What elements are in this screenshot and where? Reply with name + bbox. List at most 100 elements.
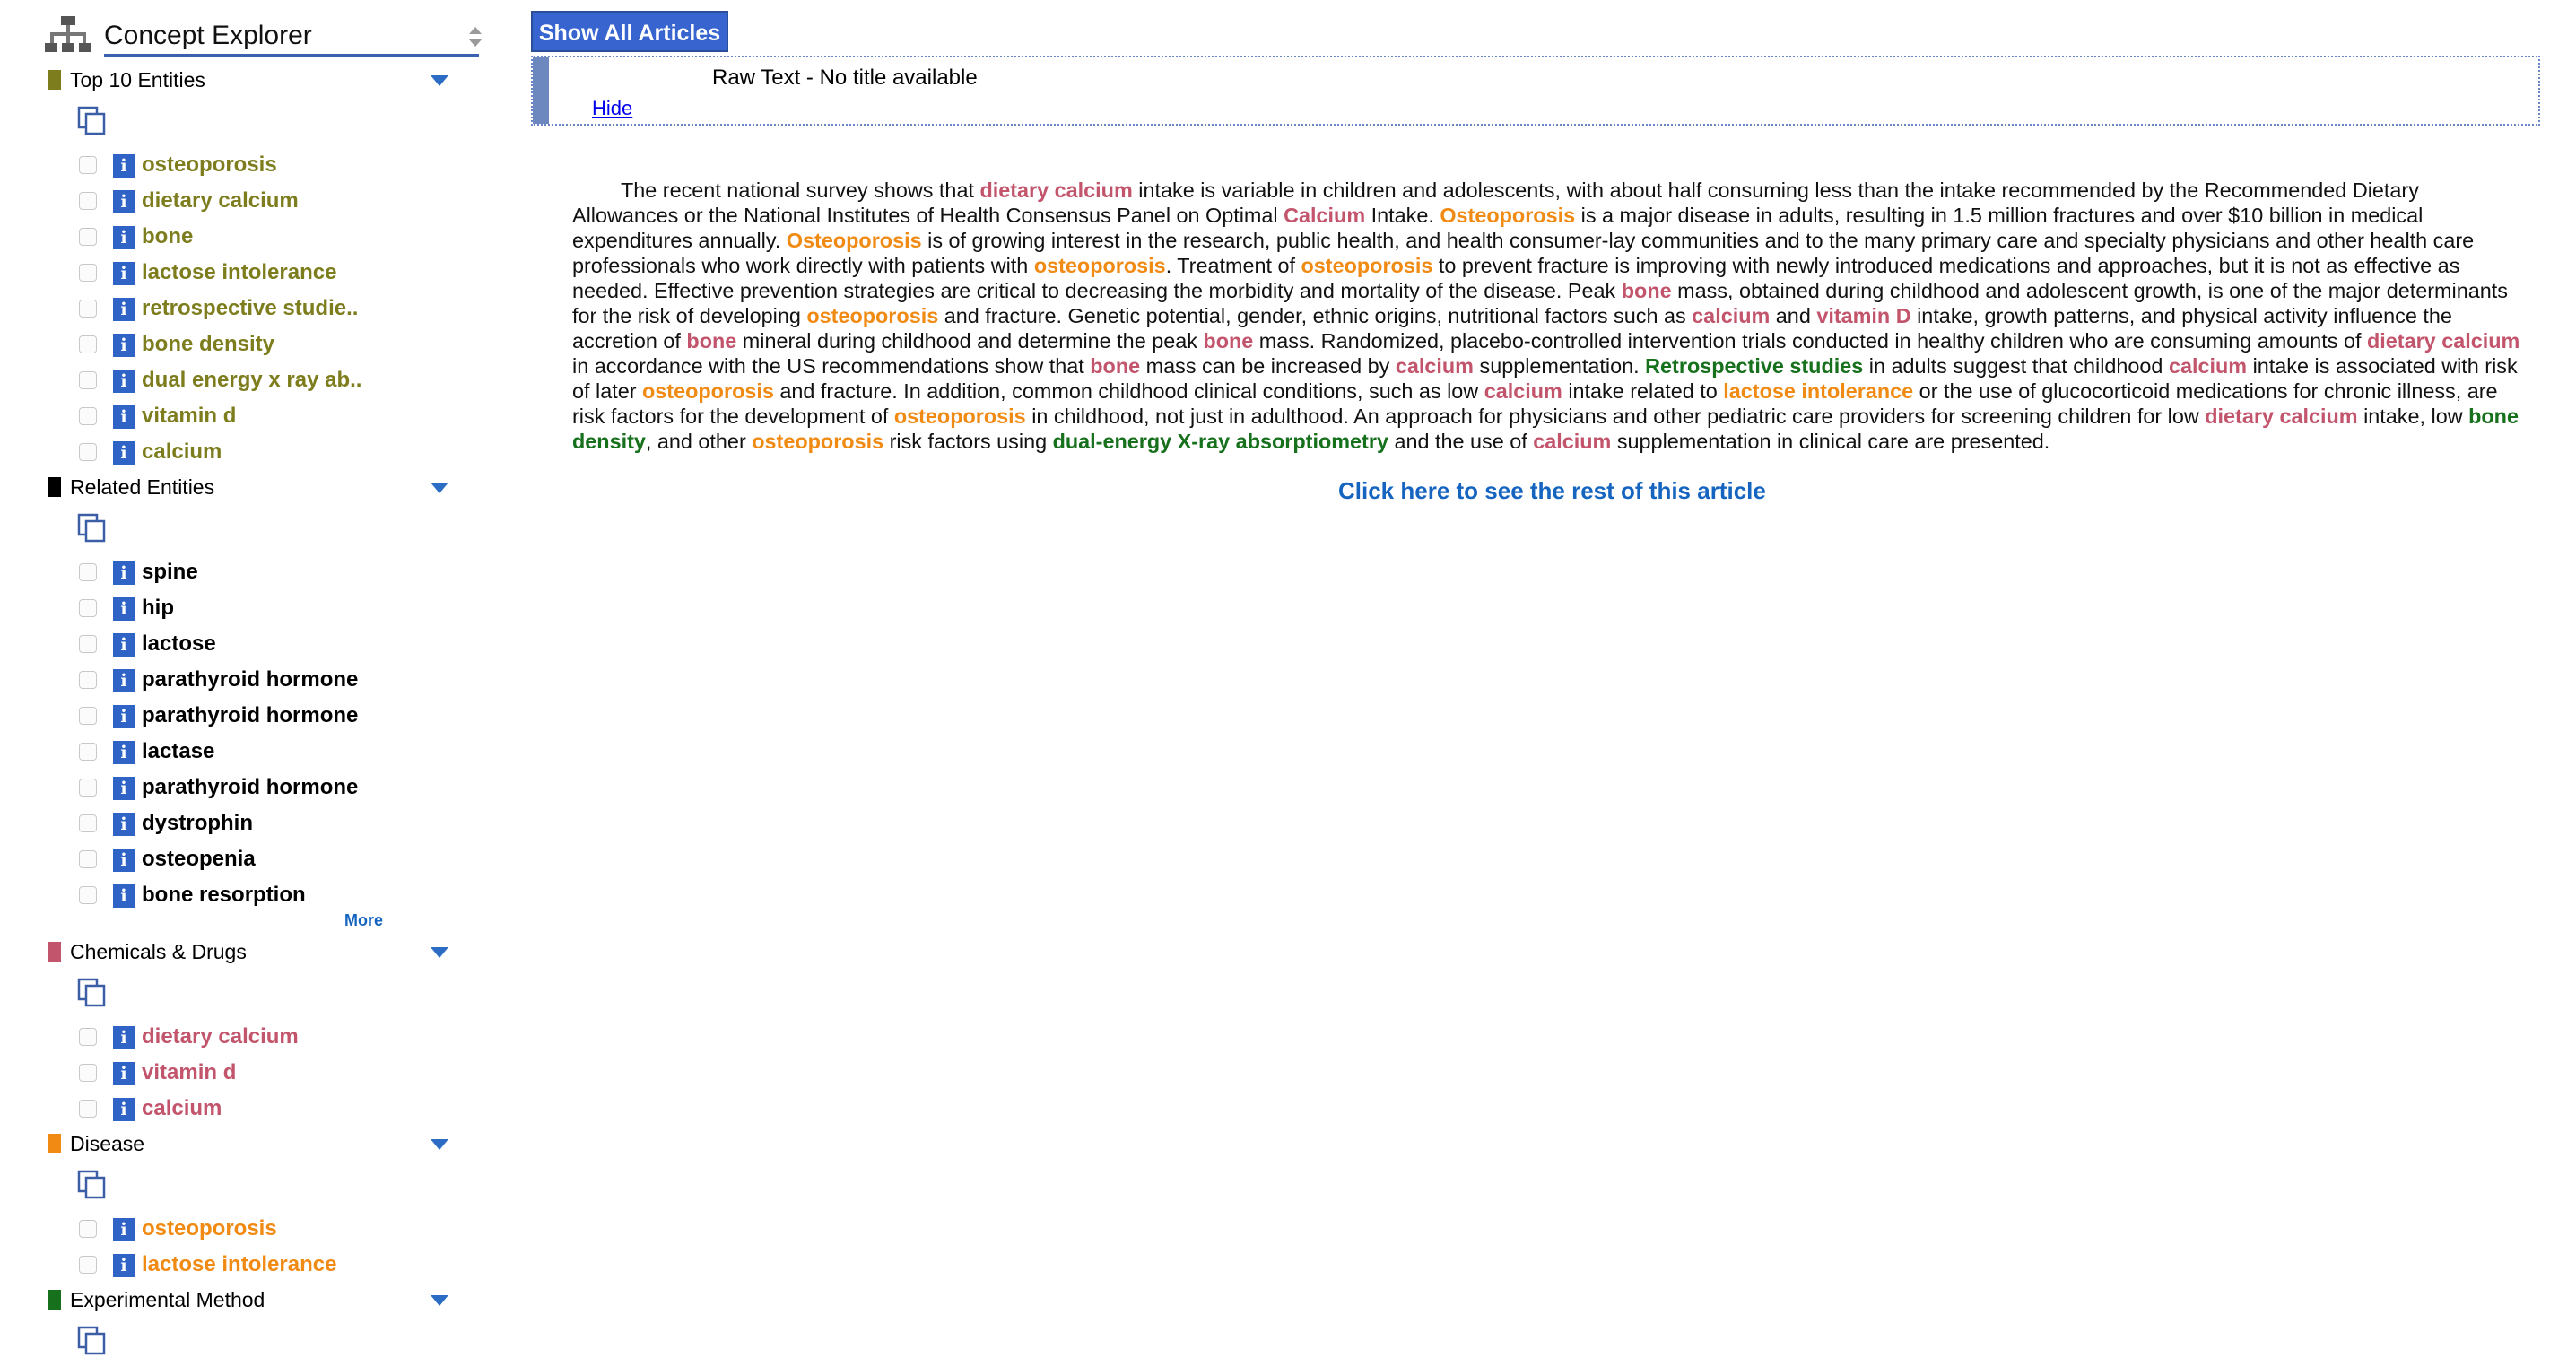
info-icon[interactable]: i — [113, 1062, 135, 1085]
highlighted-term[interactable]: Osteoporosis — [1440, 204, 1575, 227]
highlighted-term[interactable]: bone — [686, 329, 736, 353]
info-icon[interactable]: i — [113, 561, 135, 585]
entity-checkbox[interactable] — [79, 1256, 97, 1274]
info-icon[interactable]: i — [113, 813, 135, 836]
entity-checkbox[interactable] — [79, 1064, 97, 1082]
select-all-icon[interactable] — [75, 1324, 108, 1356]
info-icon[interactable]: i — [113, 262, 135, 285]
entity-label[interactable]: lactose intolerance — [142, 1250, 336, 1279]
entity-label[interactable]: vitamin d — [142, 1058, 236, 1087]
collapse-triangle-icon[interactable] — [429, 1293, 450, 1308]
entity-label[interactable]: dietary calcium — [142, 1023, 299, 1051]
info-icon[interactable]: i — [113, 1098, 135, 1121]
entity-checkbox[interactable] — [79, 814, 97, 832]
entity-label[interactable]: bone density — [142, 330, 274, 359]
entity-label[interactable]: parathyroid hormone — [142, 666, 358, 694]
collapse-triangle-icon[interactable] — [429, 74, 450, 88]
entity-label[interactable]: parathyroid hormone — [142, 701, 358, 730]
entity-label[interactable]: dystrophin — [142, 809, 253, 838]
entity-label[interactable]: vitamin d — [142, 402, 236, 431]
highlighted-term[interactable]: dietary calcium — [2205, 405, 2357, 428]
entity-checkbox[interactable] — [79, 443, 97, 461]
select-all-icon[interactable] — [75, 976, 108, 1008]
select-all-icon[interactable] — [75, 1168, 108, 1200]
entity-label[interactable]: lactase — [142, 737, 214, 766]
entity-checkbox[interactable] — [79, 779, 97, 797]
info-icon[interactable]: i — [113, 1254, 135, 1277]
highlighted-term[interactable]: calcium — [1484, 379, 1562, 403]
entity-checkbox[interactable] — [79, 335, 97, 353]
select-all-icon[interactable] — [75, 511, 108, 544]
entity-label[interactable]: osteopenia — [142, 845, 256, 874]
more-link[interactable]: More — [344, 911, 383, 930]
highlighted-term[interactable]: bone — [1203, 329, 1253, 353]
entity-checkbox[interactable] — [79, 156, 97, 174]
info-icon[interactable]: i — [113, 405, 135, 429]
highlighted-term[interactable]: calcium — [2169, 354, 2247, 378]
entity-label[interactable]: bone — [142, 222, 193, 251]
info-icon[interactable]: i — [113, 226, 135, 249]
entity-checkbox[interactable] — [79, 1028, 97, 1046]
entity-label[interactable]: lactose intolerance — [142, 258, 336, 287]
info-icon[interactable]: i — [113, 334, 135, 357]
entity-checkbox[interactable] — [79, 886, 97, 904]
entity-label[interactable]: bone resorption — [142, 881, 306, 910]
entity-checkbox[interactable] — [79, 635, 97, 653]
entity-label[interactable]: osteoporosis — [142, 1214, 277, 1243]
entity-checkbox[interactable] — [79, 671, 97, 689]
info-icon[interactable]: i — [113, 441, 135, 465]
entity-label[interactable]: osteoporosis — [142, 151, 277, 179]
entity-checkbox[interactable] — [79, 192, 97, 210]
entity-label[interactable]: calcium — [142, 1094, 222, 1123]
highlighted-term[interactable]: vitamin D — [1816, 304, 1910, 327]
highlighted-term[interactable]: calcium — [1533, 430, 1611, 453]
section-header[interactable]: Top 10 Entities — [48, 65, 452, 97]
highlighted-term[interactable]: osteoporosis — [894, 405, 1026, 428]
select-all-icon[interactable] — [75, 104, 108, 136]
highlighted-term[interactable]: osteoporosis — [752, 430, 883, 453]
entity-label[interactable]: dual energy x ray ab.. — [142, 366, 361, 395]
highlighted-term[interactable]: Retrospective studies — [1645, 354, 1863, 378]
entity-checkbox[interactable] — [79, 300, 97, 318]
info-icon[interactable]: i — [113, 298, 135, 321]
section-header[interactable]: Disease — [48, 1128, 452, 1161]
highlighted-term[interactable]: osteoporosis — [642, 379, 774, 403]
entity-checkbox[interactable] — [79, 599, 97, 617]
entity-label[interactable]: hip — [142, 594, 174, 622]
entity-label[interactable]: dietary calcium — [142, 187, 299, 215]
info-icon[interactable]: i — [113, 884, 135, 908]
section-header[interactable]: Experimental Method — [48, 1284, 452, 1317]
show-all-articles-button[interactable]: Show All Articles — [531, 11, 728, 52]
info-icon[interactable]: i — [113, 777, 135, 800]
highlighted-term[interactable]: osteoporosis — [1301, 254, 1433, 277]
highlighted-term[interactable]: dietary calcium — [979, 178, 1132, 202]
entity-checkbox[interactable] — [79, 264, 97, 282]
highlighted-term[interactable]: Osteoporosis — [787, 229, 922, 252]
highlighted-term[interactable]: calcium — [1692, 304, 1770, 327]
highlighted-term[interactable]: osteoporosis — [1034, 254, 1166, 277]
info-icon[interactable]: i — [113, 669, 135, 692]
collapse-triangle-icon[interactable] — [429, 481, 450, 495]
highlighted-term[interactable]: Calcium — [1284, 204, 1365, 227]
read-more-link[interactable]: Click here to see the rest of this artic… — [1338, 475, 1766, 506]
entity-label[interactable]: lactose — [142, 630, 216, 658]
entity-label[interactable]: parathyroid hormone — [142, 773, 358, 802]
highlighted-term[interactable]: dietary calcium — [2367, 329, 2519, 353]
entity-checkbox[interactable] — [79, 371, 97, 389]
collapse-triangle-icon[interactable] — [429, 1137, 450, 1152]
highlighted-term[interactable]: bone — [1622, 279, 1672, 302]
entity-checkbox[interactable] — [79, 707, 97, 725]
info-icon[interactable]: i — [113, 370, 135, 393]
section-header[interactable]: Related Entities — [48, 472, 452, 504]
highlighted-term[interactable]: osteoporosis — [806, 304, 938, 327]
hide-link[interactable]: Hide — [592, 95, 632, 122]
highlighted-term[interactable]: lactose intolerance — [1723, 379, 1913, 403]
info-icon[interactable]: i — [113, 705, 135, 728]
entity-checkbox[interactable] — [79, 850, 97, 868]
info-icon[interactable]: i — [113, 741, 135, 764]
info-icon[interactable]: i — [113, 597, 135, 621]
highlighted-term[interactable]: bone — [1090, 354, 1140, 378]
info-icon[interactable]: i — [113, 1026, 135, 1049]
entity-label[interactable]: calcium — [142, 438, 222, 466]
info-icon[interactable]: i — [113, 633, 135, 657]
